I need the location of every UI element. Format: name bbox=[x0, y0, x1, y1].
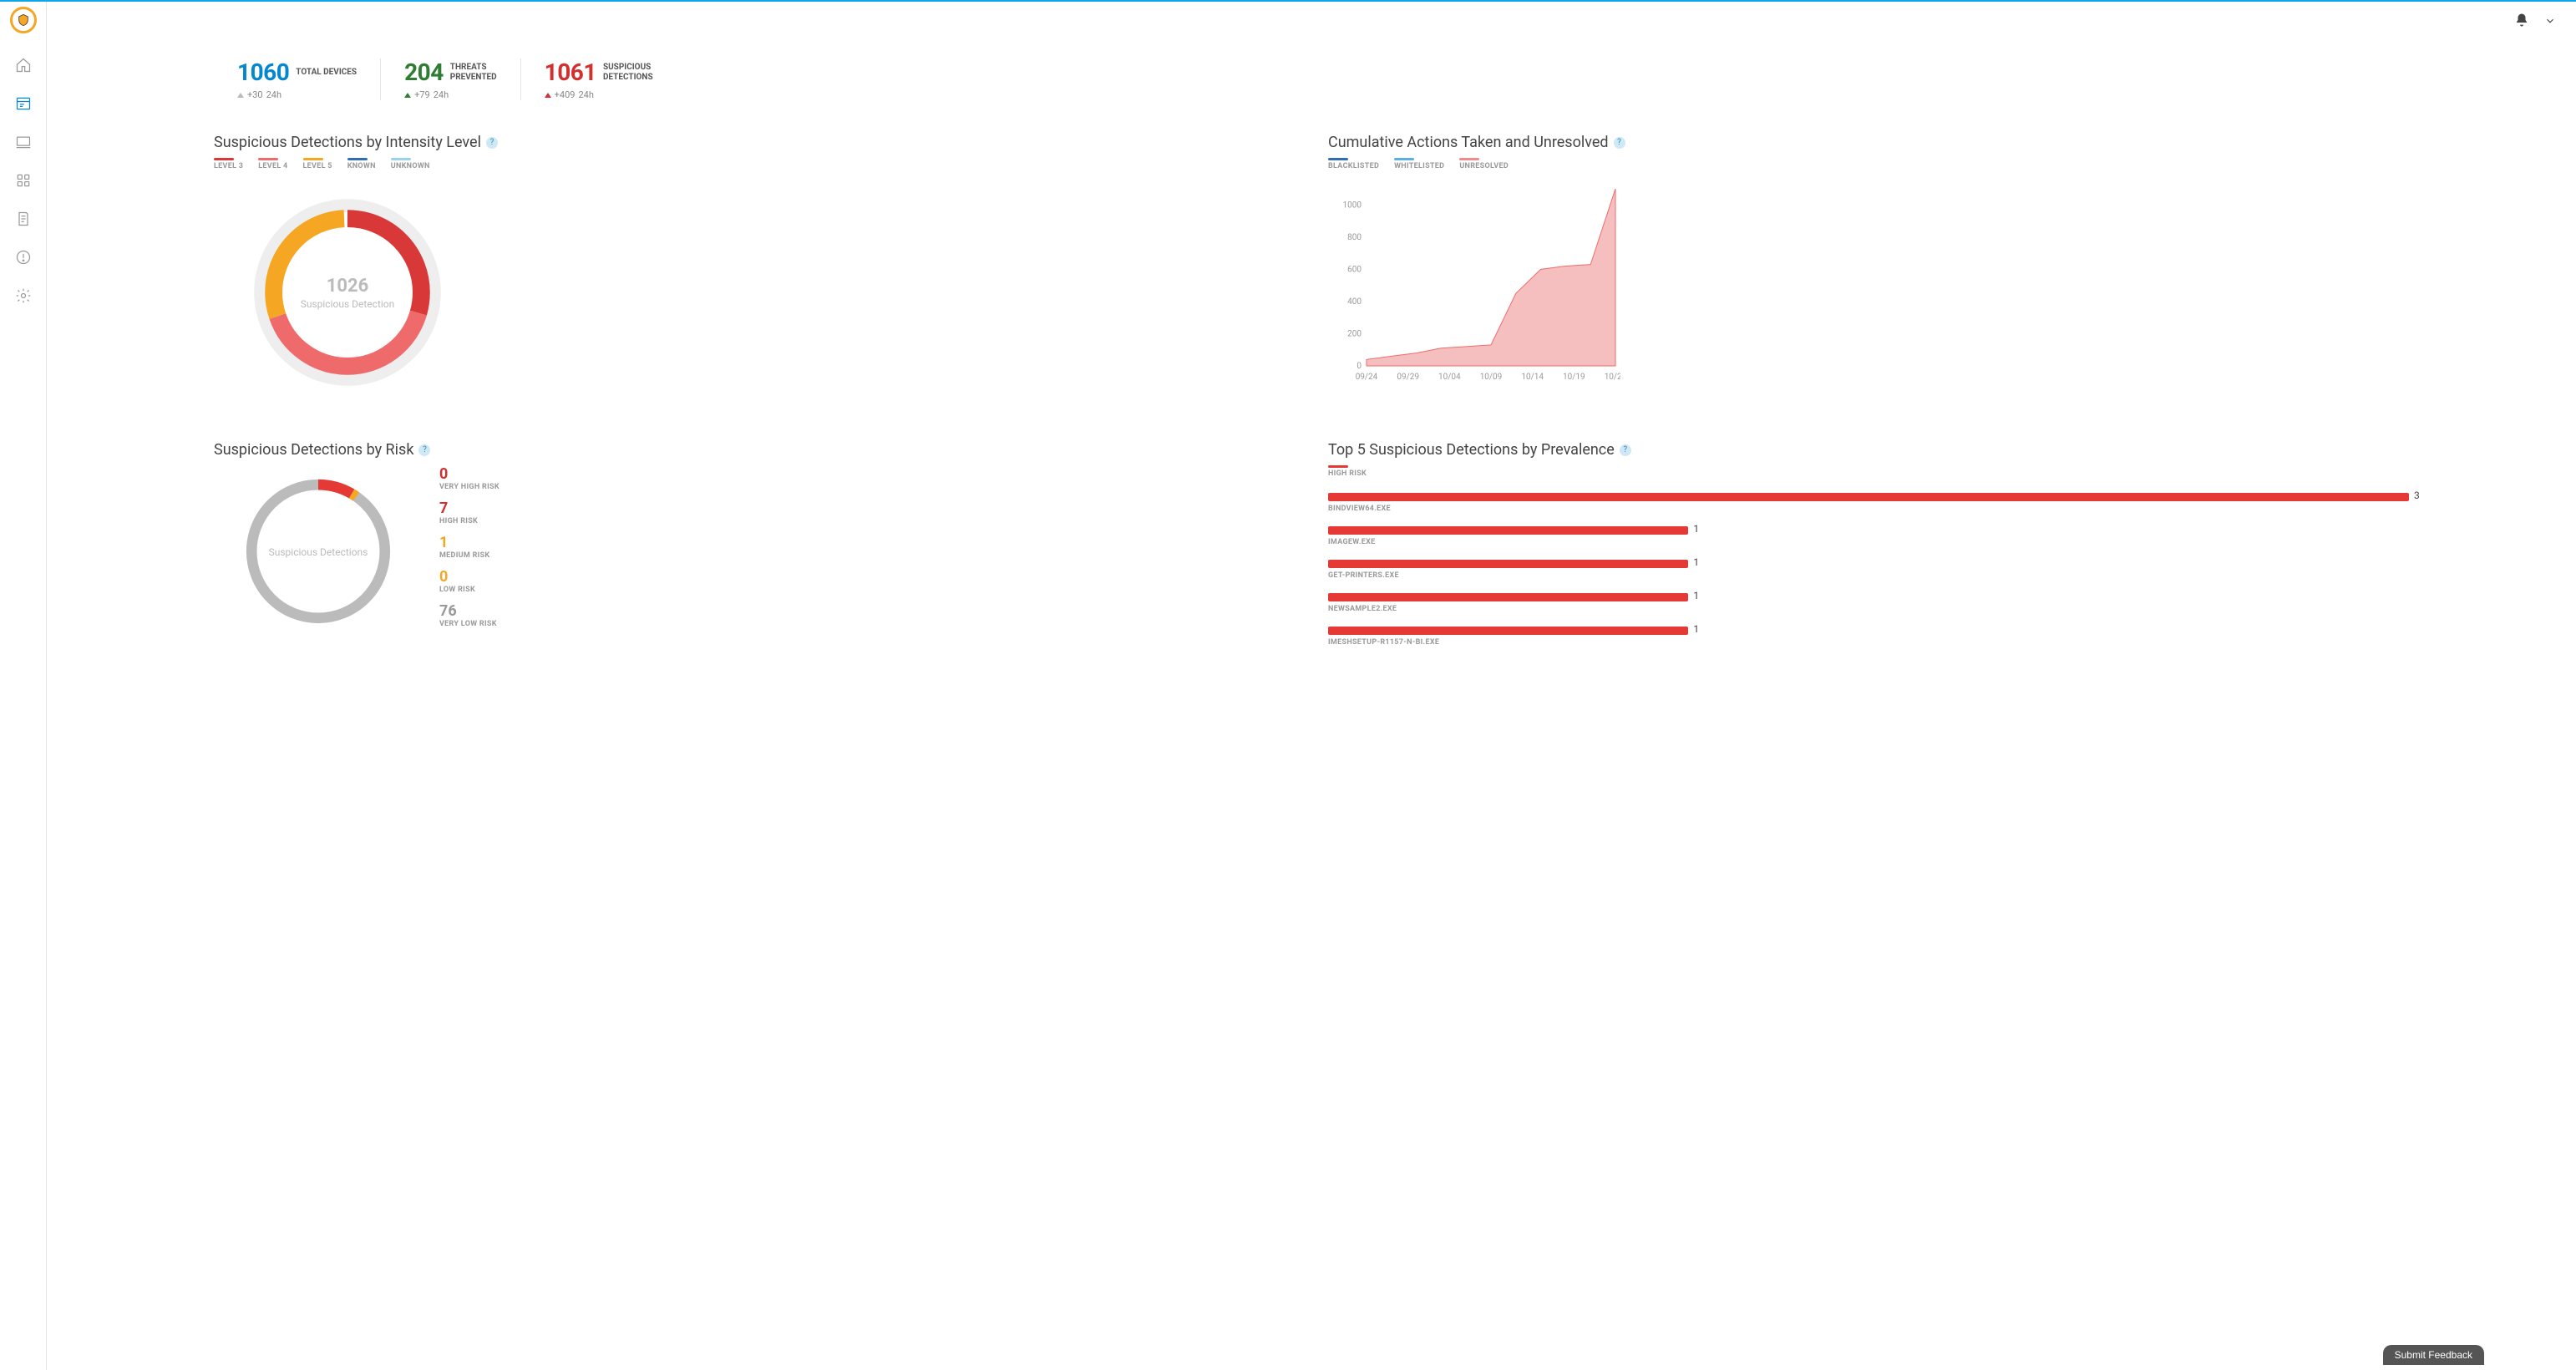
donut-label: Suspicious Detection bbox=[301, 298, 395, 310]
kpi-total-devices[interactable]: 1060 TOTAL DEVICES +30 24h bbox=[214, 58, 380, 100]
svg-text:200: 200 bbox=[1347, 329, 1362, 338]
legend-item[interactable]: UNRESOLVED bbox=[1459, 158, 1509, 170]
kpi-threats-prevented[interactable]: 204 THREATSPREVENTED +79 24h bbox=[380, 58, 520, 100]
submit-feedback-button[interactable]: Submit Feedback bbox=[2383, 1345, 2484, 1365]
kpi-suspicious-value: 1061 bbox=[545, 58, 596, 86]
legend: BLACKLISTED WHITELISTED UNRESOLVED bbox=[1328, 158, 2409, 170]
nav-devices[interactable] bbox=[10, 129, 37, 155]
donut-value: 1026 bbox=[327, 276, 369, 297]
legend: HIGH RISK bbox=[1328, 465, 2409, 478]
kpi-suspicious-label: SUSPICIOUSDETECTIONS bbox=[603, 63, 653, 83]
svg-text:10/04: 10/04 bbox=[1438, 373, 1461, 382]
svg-text:800: 800 bbox=[1347, 233, 1362, 242]
svg-text:400: 400 bbox=[1347, 297, 1362, 307]
legend-item[interactable]: KNOWN bbox=[347, 158, 376, 170]
risk-item[interactable]: 76VERY LOW RISK bbox=[439, 602, 499, 628]
legend-item[interactable]: HIGH RISK bbox=[1328, 465, 1367, 478]
donut-label: Suspicious Detections bbox=[269, 546, 368, 558]
bar-chart: 3BINDVIEW64.EXE 1IMAGEW.EXE 1GET-PRINTERS.… bbox=[1328, 493, 2409, 647]
kpi-threats-value: 204 bbox=[404, 58, 444, 86]
svg-text:0: 0 bbox=[1356, 362, 1362, 371]
kpi-row: 1060 TOTAL DEVICES +30 24h 204 THREATSPR… bbox=[214, 42, 2409, 134]
svg-text:10/19: 10/19 bbox=[1563, 373, 1585, 382]
risk-item[interactable]: 0LOW RISK bbox=[439, 568, 499, 594]
chart-title: Top 5 Suspicious Detections by Prevalenc… bbox=[1328, 441, 2409, 459]
svg-text:10/14: 10/14 bbox=[1521, 373, 1544, 382]
donut-chart[interactable]: Suspicious Detections bbox=[231, 464, 406, 639]
svg-text:1000: 1000 bbox=[1343, 200, 1362, 210]
kpi-suspicious-detections[interactable]: 1061 SUSPICIOUSDETECTIONS +409 24h bbox=[520, 58, 677, 100]
kpi-threats-label: THREATSPREVENTED bbox=[450, 63, 497, 83]
chart-title: Suspicious Detections by Risk? bbox=[214, 441, 1295, 459]
info-icon[interactable]: ? bbox=[418, 444, 430, 456]
svg-text:10/09: 10/09 bbox=[1480, 373, 1503, 382]
nav-alerts[interactable] bbox=[10, 244, 37, 271]
nav-dashboard[interactable] bbox=[10, 90, 37, 117]
nav-grid[interactable] bbox=[10, 167, 37, 194]
notifications-icon[interactable] bbox=[2514, 13, 2529, 31]
info-icon[interactable]: ? bbox=[1614, 137, 1625, 149]
svg-text:09/29: 09/29 bbox=[1397, 373, 1419, 382]
risk-item[interactable]: 1MEDIUM RISK bbox=[439, 534, 499, 560]
legend-item[interactable]: BLACKLISTED bbox=[1328, 158, 1379, 170]
chart-title: Cumulative Actions Taken and Unresolved? bbox=[1328, 134, 2409, 151]
bar-row[interactable]: 1IMAGEW.EXE bbox=[1328, 526, 2409, 546]
bar-row[interactable]: 1IMESHSETUP-R1157-N-BI.EXE bbox=[1328, 627, 2409, 647]
trend-up-icon bbox=[545, 93, 551, 98]
bar-row[interactable]: 1NEWSAMPLE2.EXE bbox=[1328, 593, 2409, 613]
nav-home[interactable] bbox=[10, 52, 37, 79]
user-menu-chevron-icon[interactable] bbox=[2544, 14, 2556, 30]
app-logo[interactable] bbox=[10, 7, 37, 33]
legend-item[interactable]: LEVEL 5 bbox=[303, 158, 332, 170]
nav-settings[interactable] bbox=[10, 282, 37, 309]
legend-item[interactable]: WHITELISTED bbox=[1394, 158, 1444, 170]
risk-item[interactable]: 0VERY HIGH RISK bbox=[439, 465, 499, 491]
donut-chart[interactable]: 1026 Suspicious Detection bbox=[239, 184, 456, 401]
main-content: 1060 TOTAL DEVICES +30 24h 204 THREATSPR… bbox=[47, 2, 2576, 1370]
area-chart[interactable]: 0 200 400 600 800 1000 09/24 09/29 10/04 10/09 10/… bbox=[1336, 184, 1620, 384]
chart-top5: Top 5 Suspicious Detections by Prevalenc… bbox=[1328, 441, 2409, 647]
chart-title: Suspicious Detections by Intensity Level… bbox=[214, 134, 1295, 151]
chart-risk: Suspicious Detections by Risk? Suspiciou… bbox=[214, 441, 1295, 647]
sidebar bbox=[0, 2, 47, 1370]
kpi-devices-label: TOTAL DEVICES bbox=[296, 68, 357, 78]
legend-item[interactable]: UNKNOWN bbox=[391, 158, 430, 170]
chart-cumulative: Cumulative Actions Taken and Unresolved?… bbox=[1328, 134, 2409, 401]
trend-up-icon bbox=[404, 93, 411, 98]
legend: LEVEL 3 LEVEL 4 LEVEL 5 KNOWN UNKNOWN bbox=[214, 158, 1295, 170]
chart-intensity: Suspicious Detections by Intensity Level… bbox=[214, 134, 1295, 401]
bar-row[interactable]: 1GET-PRINTERS.EXE bbox=[1328, 560, 2409, 580]
legend-item[interactable]: LEVEL 4 bbox=[258, 158, 287, 170]
kpi-devices-value: 1060 bbox=[237, 58, 289, 86]
svg-text:10/24: 10/24 bbox=[1605, 373, 1620, 382]
risk-legend-list: 0VERY HIGH RISK 7HIGH RISK 1MEDIUM RISK 0LO… bbox=[439, 464, 499, 628]
svg-text:600: 600 bbox=[1347, 265, 1362, 274]
info-icon[interactable]: ? bbox=[1620, 444, 1631, 456]
bar-row[interactable]: 3BINDVIEW64.EXE bbox=[1328, 493, 2409, 513]
svg-text:09/24: 09/24 bbox=[1356, 373, 1378, 382]
risk-item[interactable]: 7HIGH RISK bbox=[439, 500, 499, 525]
trend-up-icon bbox=[237, 93, 244, 98]
nav-reports[interactable] bbox=[10, 206, 37, 232]
legend-item[interactable]: LEVEL 3 bbox=[214, 158, 243, 170]
info-icon[interactable]: ? bbox=[486, 137, 498, 149]
topbar bbox=[47, 2, 2576, 42]
